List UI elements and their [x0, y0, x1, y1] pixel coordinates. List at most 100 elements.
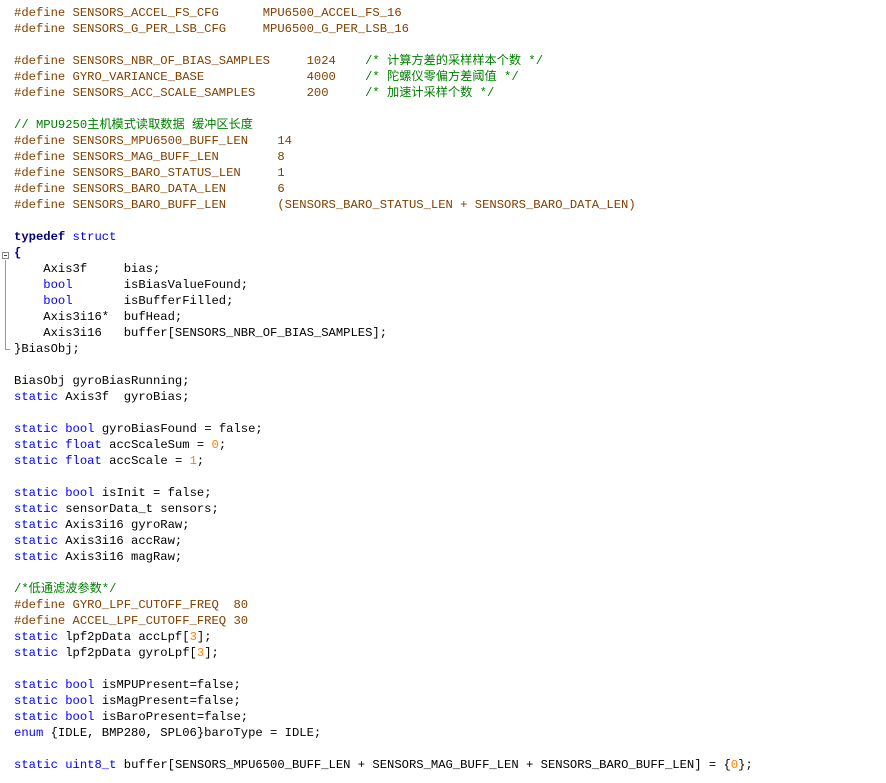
define-directive: #define SENSORS_ACCEL_FS_CFG: [14, 6, 219, 20]
field-name: bufHead;: [123, 310, 183, 324]
field-name: isBiasValueFound;: [123, 278, 249, 292]
define-value: 4000: [306, 70, 336, 84]
code-line: typedef struct: [14, 229, 116, 245]
define-directive: #define ACCEL_LPF_CUTOFF_FREQ: [14, 614, 227, 628]
keyword: uint8_t: [65, 758, 117, 772]
declaration: {IDLE, BMP280, SPL06}baroType = IDLE;: [50, 726, 322, 740]
keyword: static: [14, 710, 58, 724]
keyword: static: [14, 502, 58, 516]
define-directive: #define SENSORS_ACC_SCALE_SAMPLES: [14, 86, 256, 100]
code-line: #define SENSORS_BARO_DATA_LEN 6: [14, 181, 285, 197]
keyword: static: [14, 678, 58, 692]
code-line: #define SENSORS_BARO_BUFF_LEN (SENSORS_B…: [14, 197, 636, 213]
define-value: 30: [233, 614, 249, 628]
define-value: 1024: [306, 54, 336, 68]
code-line: /*低通滤波参数*/: [14, 581, 116, 597]
code-line: #define SENSORS_BARO_STATUS_LEN 1: [14, 165, 285, 181]
define-directive: #define SENSORS_BARO_DATA_LEN: [14, 182, 227, 196]
brace: {: [14, 246, 22, 260]
keyword: static: [14, 630, 58, 644]
define-directive: #define SENSORS_BARO_BUFF_LEN: [14, 198, 227, 212]
comment: /* 加速计采样个数 */: [365, 86, 495, 100]
code-editor[interactable]: #define SENSORS_ACCEL_FS_CFG MPU6500_ACC…: [0, 0, 886, 783]
number-literal: 3: [189, 630, 197, 644]
fold-toggle-icon[interactable]: [2, 252, 9, 259]
comment: /* 计算方差的采样样本个数 */: [365, 54, 544, 68]
keyword: static: [14, 518, 58, 532]
code-line: bool isBiasValueFound;: [14, 277, 248, 293]
code-line: static lpf2pData gyroLpf[3];: [14, 645, 219, 661]
code-line: }BiasObj;: [14, 341, 80, 357]
define-value: MPU6500_ACCEL_FS_16: [262, 6, 402, 20]
code-line: Axis3i16 buffer[SENSORS_NBR_OF_BIAS_SAMP…: [14, 325, 387, 341]
type-name: Axis3i16: [43, 326, 102, 340]
code-line: static Axis3f gyroBias;: [14, 389, 190, 405]
declaration: Axis3i16 accRaw;: [65, 534, 183, 548]
comment: /* 陀螺仪零偏方差阈值 */: [365, 70, 519, 84]
define-directive: #define SENSORS_MPU6500_BUFF_LEN: [14, 134, 249, 148]
code-line: enum {IDLE, BMP280, SPL06}baroType = IDL…: [14, 725, 321, 741]
code-line: #define GYRO_VARIANCE_BASE 4000 /* 陀螺仪零偏…: [14, 69, 519, 85]
punct: ;: [196, 454, 205, 468]
code-line: // MPU9250主机模式读取数据 缓冲区长度: [14, 117, 253, 133]
define-value: 200: [306, 86, 329, 100]
keyword: bool: [65, 710, 95, 724]
keyword: static: [14, 550, 58, 564]
code-line: #define SENSORS_G_PER_LSB_CFG MPU6500_G_…: [14, 21, 409, 37]
declaration: isBaroPresent=false;: [101, 710, 249, 724]
code-line: static bool isMPUPresent=false;: [14, 677, 241, 693]
code-line: {: [14, 245, 21, 261]
fold-guide: [5, 260, 6, 349]
type-name: bool: [43, 278, 73, 292]
declaration: Axis3i16 gyroRaw;: [65, 518, 190, 532]
define-directive: #define GYRO_VARIANCE_BASE: [14, 70, 205, 84]
field-name: bias;: [123, 262, 161, 276]
keyword: static: [14, 422, 58, 436]
code-line: static Axis3i16 accRaw;: [14, 533, 182, 549]
code-line: static float accScale = 1;: [14, 453, 204, 469]
code-line: #define ACCEL_LPF_CUTOFF_FREQ 30: [14, 613, 248, 629]
punct: };: [738, 758, 753, 772]
keyword: static: [14, 758, 58, 772]
type-name: Axis3f: [43, 262, 88, 276]
code-line: static sensorData_t sensors;: [14, 501, 219, 517]
declaration: isMPUPresent=false;: [101, 678, 241, 692]
define-value: 6: [277, 182, 285, 196]
code-line: #define SENSORS_ACC_SCALE_SAMPLES 200 /*…: [14, 85, 494, 101]
keyword: bool: [65, 422, 95, 436]
comment: // MPU9250主机模式读取数据 缓冲区长度: [14, 118, 253, 132]
code-line: static float accScaleSum = 0;: [14, 437, 226, 453]
define-directive: #define SENSORS_NBR_OF_BIAS_SAMPLES: [14, 54, 270, 68]
code-line: bool isBufferFilled;: [14, 293, 233, 309]
keyword: bool: [65, 694, 95, 708]
declaration: sensorData_t sensors;: [65, 502, 219, 516]
code-line: #define GYRO_LPF_CUTOFF_FREQ 80: [14, 597, 248, 613]
struct-end: }BiasObj;: [14, 342, 80, 356]
punct: ];: [204, 646, 219, 660]
declaration: buffer[SENSORS_MPU6500_BUFF_LEN + SENSOR…: [123, 758, 731, 772]
keyword: bool: [65, 678, 95, 692]
keyword: enum: [14, 726, 44, 740]
keyword: float: [65, 438, 102, 452]
punct: ;: [218, 438, 227, 452]
define-value: 14: [277, 134, 292, 148]
keyword: bool: [65, 486, 95, 500]
keyword: static: [14, 486, 58, 500]
code-line: #define SENSORS_NBR_OF_BIAS_SAMPLES 1024…: [14, 53, 543, 69]
type-name: bool: [43, 294, 73, 308]
code-line: static bool isMagPresent=false;: [14, 693, 241, 709]
keyword: static: [14, 390, 58, 404]
field-name: isBufferFilled;: [123, 294, 234, 308]
keyword: static: [14, 534, 58, 548]
code-line: static Axis3i16 magRaw;: [14, 549, 182, 565]
code-line: #define SENSORS_MPU6500_BUFF_LEN 14: [14, 133, 292, 149]
declaration: lpf2pData accLpf[: [65, 630, 190, 644]
keyword: static: [14, 438, 58, 452]
keyword: static: [14, 454, 58, 468]
declaration: accScaleSum =: [109, 438, 212, 452]
declaration: BiasObj gyroBiasRunning;: [14, 374, 190, 388]
code-line: static bool isInit = false;: [14, 485, 212, 501]
define-directive: #define SENSORS_MAG_BUFF_LEN: [14, 150, 219, 164]
code-line: static Axis3i16 gyroRaw;: [14, 517, 190, 533]
define-value: MPU6500_G_PER_LSB_16: [262, 22, 409, 36]
